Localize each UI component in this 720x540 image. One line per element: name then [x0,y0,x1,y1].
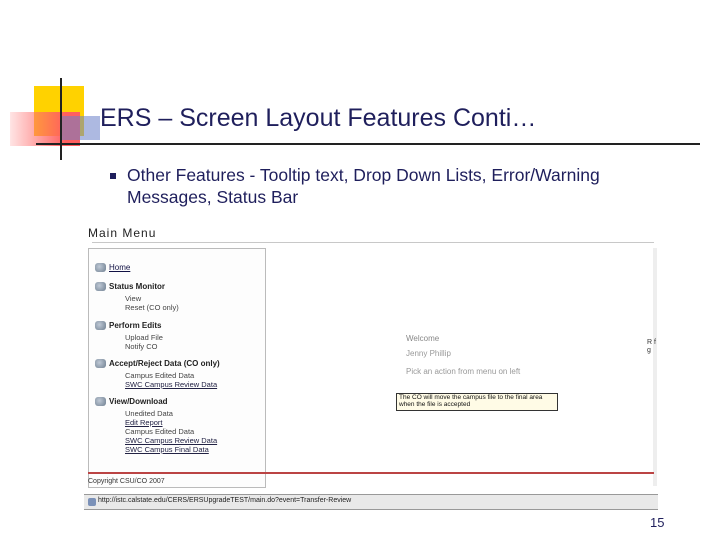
welcome-user-name: Jenny Phillip [406,349,451,358]
tooltip: The CO will move the campus file to the … [396,393,558,411]
welcome-hint: Pick an action from menu on left [406,367,521,376]
footer-divider [88,472,654,474]
bullet-text: Other Features - Tooltip text, Drop Down… [127,165,600,207]
bullet-marker [110,173,116,179]
submenu-view[interactable]: View [125,294,141,303]
submenu-edit-report[interactable]: Edit Report [125,418,163,427]
submenu-notify-co[interactable]: Notify CO [125,342,158,351]
menu-item-status-monitor[interactable]: Status Monitor [95,282,165,292]
slide-title: ERS – Screen Layout Features Conti… [100,104,537,132]
submenu-upload-file[interactable]: Upload File [125,333,163,342]
submenu-swc-campus-final[interactable]: SWC Campus Final Data [125,445,209,454]
home-icon [95,263,106,273]
download-icon [95,397,106,407]
title-divider [60,143,700,145]
submenu-unedited-data[interactable]: Unedited Data [125,409,173,418]
copyright-text: Copyright CSU/CO 2007 [88,478,165,485]
app-screenshot: Main Menu Home Status Monitor View Reset… [84,222,658,510]
right-panel-edge [653,248,657,486]
edge-text: R f g [647,339,656,354]
submenu-swc-campus-review[interactable]: SWC Campus Review Data [125,380,217,389]
page-number: 15 [650,515,665,530]
monitor-icon [95,282,106,292]
submenu-campus-edited-data-2[interactable]: Campus Edited Data [125,427,194,436]
submenu-reset[interactable]: Reset (CO only) [125,303,179,312]
status-url: http://istc.calstate.edu/CERS/ERSUpgrade… [98,497,352,504]
menu-item-home[interactable]: Home [95,263,130,273]
page-icon [88,498,96,506]
menu-item-view-download[interactable]: View/Download [95,397,168,407]
menu-item-perform-edits[interactable]: Perform Edits [95,321,161,331]
accept-icon [95,359,106,369]
edit-icon [95,321,106,331]
welcome-heading: Welcome [406,334,440,343]
submenu-campus-edited-data[interactable]: Campus Edited Data [125,371,194,380]
submenu-swc-campus-review-2[interactable]: SWC Campus Review Data [125,436,217,445]
status-bar: http://istc.calstate.edu/CERS/ERSUpgrade… [84,494,658,510]
left-menu-panel: Home Status Monitor View Reset (CO only)… [88,248,266,488]
main-menu-title: Main Menu [88,226,157,240]
menu-item-accept-reject[interactable]: Accept/Reject Data (CO only) [95,359,220,369]
